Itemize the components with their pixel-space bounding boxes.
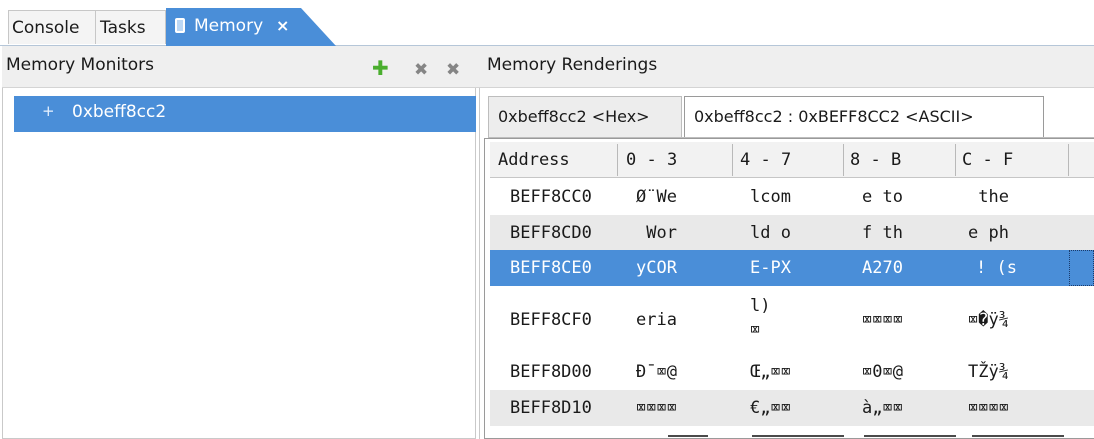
column-separator: [617, 144, 618, 176]
monitor-list-item[interactable]: + 0xbeff8cc2: [14, 96, 476, 132]
cell-0-3[interactable]: yCOR: [636, 257, 677, 279]
remove-monitor-icon[interactable]: ✖: [414, 60, 428, 80]
cell-8-b[interactable]: f th: [862, 222, 903, 244]
cell-4-7[interactable]: ld o: [750, 222, 791, 244]
cell-0-3[interactable]: Ð¯⌧@: [636, 361, 677, 383]
cell-4-7[interactable]: €„⌧⌧: [750, 397, 791, 419]
column-separator: [843, 144, 844, 176]
cell-8-b[interactable]: à„⌧⌧: [862, 397, 903, 419]
cell-c-f[interactable]: TŽÿ¾: [968, 361, 1009, 383]
tab-memory-label: Memory: [194, 16, 264, 36]
row-address: BEFF8CE0: [510, 258, 592, 278]
column-header-c-f[interactable]: C - F: [962, 146, 1013, 174]
remove-all-monitors-icon[interactable]: ✖: [446, 60, 460, 80]
cell-8-b[interactable]: A270: [862, 257, 903, 279]
column-header-address[interactable]: Address: [498, 146, 570, 174]
table-row[interactable]: BEFF8CC0 Ø¨We lcom e to the: [490, 180, 1094, 214]
memory-monitors-title: Memory Monitors: [6, 55, 155, 75]
partial-row-glyphs: [864, 435, 956, 437]
monitors-list-frame: [2, 88, 476, 439]
memory-renderings-title: Memory Renderings: [487, 55, 658, 75]
column-header-0-3[interactable]: 0 - 3: [626, 146, 677, 174]
row-address: BEFF8CC0: [510, 187, 592, 207]
partial-row-glyphs: [668, 435, 708, 437]
column-separator: [955, 144, 956, 176]
column-separator: [1068, 144, 1069, 176]
partial-row-glyphs: [752, 435, 844, 437]
cell-0-3[interactable]: Ø¨We: [636, 186, 677, 208]
cell-c-f[interactable]: the: [968, 186, 1009, 208]
cell-4-7[interactable]: Œ„⌧⌧: [750, 361, 791, 383]
tab-tasks[interactable]: Tasks: [96, 10, 166, 44]
memory-view-icon: [175, 18, 185, 33]
row-address: BEFF8D00: [510, 362, 592, 382]
add-monitor-icon[interactable]: ✚: [372, 58, 389, 78]
cell-8-b[interactable]: e to: [862, 186, 903, 208]
table-row[interactable]: BEFF8D00 Ð¯⌧@ Œ„⌧⌧ ⌧0⌧@ TŽÿ¾: [490, 354, 1094, 390]
cell-c-f[interactable]: ⌧⌧⌧⌧: [968, 397, 1009, 419]
cell-c-f[interactable]: e ph: [968, 222, 1009, 244]
row-address: BEFF8CF0: [510, 310, 592, 330]
partial-row-glyphs: [972, 435, 1064, 437]
cell-0-3[interactable]: ⌧⌧⌧⌧: [636, 397, 677, 419]
cell-0-3[interactable]: eria: [636, 309, 677, 331]
table-row[interactable]: BEFF8CF0 eria l) ⌧ ⌧⌧⌧⌧ ⌧�ÿ¾: [490, 287, 1094, 353]
cell-4-7-wrap: ⌧: [750, 320, 761, 340]
table-row[interactable]: BEFF8CD0 Wor ld o f th e ph: [490, 215, 1094, 250]
tab-console[interactable]: Console: [8, 10, 96, 44]
close-icon[interactable]: ×: [276, 8, 289, 44]
cell-0-3[interactable]: Wor: [636, 222, 677, 244]
table-row[interactable]: BEFF8D10 ⌧⌧⌧⌧ €„⌧⌧ à„⌧⌧ ⌧⌧⌧⌧: [490, 390, 1094, 426]
column-separator: [732, 144, 733, 176]
rendering-tab-hex[interactable]: 0xbeff8cc2 <Hex>: [488, 96, 682, 138]
cell-c-f[interactable]: ⌧�ÿ¾: [968, 309, 1009, 331]
rendering-tab-ascii[interactable]: 0xbeff8cc2 : 0xBEFF8CC2 <ASCII>: [684, 96, 1044, 138]
cell-4-7[interactable]: lcom: [750, 186, 791, 208]
cell-4-7[interactable]: E-PX: [750, 257, 791, 279]
table-row-selected[interactable]: BEFF8CE0 yCOR E-PX A270 ! (s: [490, 250, 1094, 286]
row-address: BEFF8D10: [510, 398, 592, 418]
monitor-address: 0xbeff8cc2: [72, 102, 167, 122]
cell-4-7[interactable]: l): [750, 295, 770, 317]
column-header-4-7[interactable]: 4 - 7: [740, 146, 791, 174]
column-header-8-b[interactable]: 8 - B: [850, 146, 901, 174]
cell-8-b[interactable]: ⌧⌧⌧⌧: [862, 309, 903, 331]
monitor-icon: +: [42, 102, 55, 120]
cell-c-f[interactable]: ! (s: [976, 257, 1017, 279]
focused-cell-indicator: [1069, 250, 1094, 286]
cell-8-b[interactable]: ⌧0⌧@: [862, 361, 903, 383]
row-address: BEFF8CD0: [510, 223, 592, 243]
